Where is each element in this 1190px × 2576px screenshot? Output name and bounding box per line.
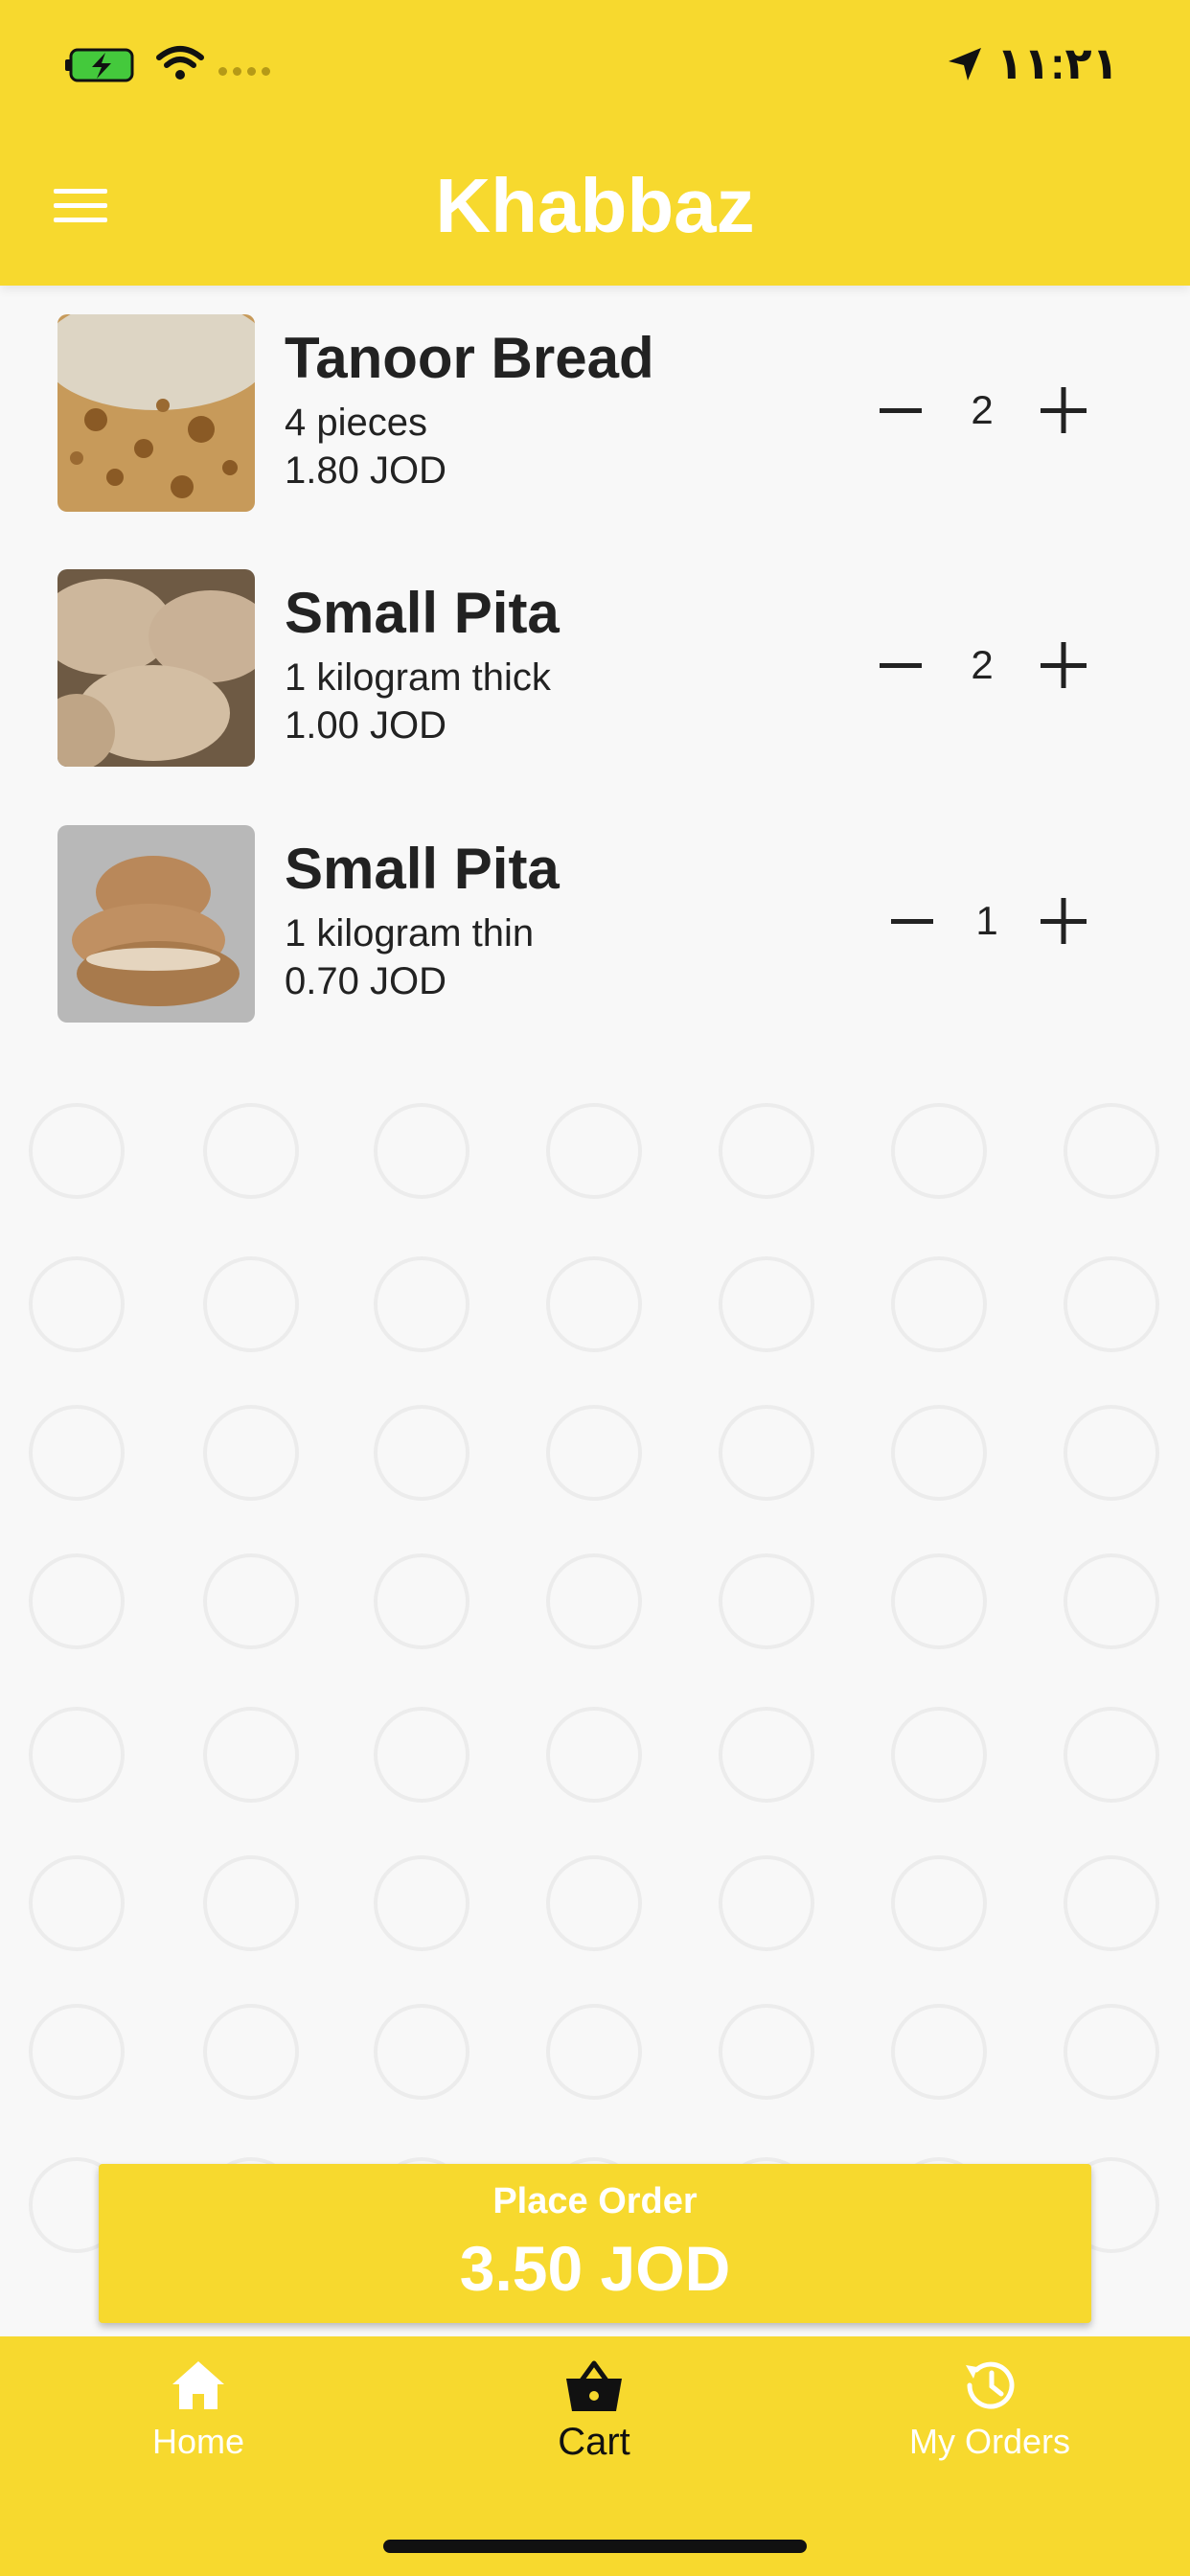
cart-item: Small Pita 1 kilogram thick 1.00 JOD 2 xyxy=(0,540,1190,780)
tab-cart-label: Cart xyxy=(558,2421,630,2463)
battery-charging-icon xyxy=(65,48,134,82)
pita-thin-image xyxy=(57,825,255,1023)
item-description: 4 pieces xyxy=(285,402,427,444)
app-title: Khabbaz xyxy=(435,163,755,248)
item-description: 1 kilogram thick xyxy=(285,656,551,699)
increase-quantity-button[interactable] xyxy=(1037,892,1090,950)
place-order-button[interactable]: Place Order 3.50 JOD xyxy=(99,2164,1091,2323)
increase-quantity-button[interactable] xyxy=(1037,636,1090,694)
item-quantity: 2 xyxy=(971,387,994,432)
item-description: 1 kilogram thin xyxy=(285,912,535,954)
item-quantity: 1 xyxy=(975,898,998,943)
item-price: 0.70 JOD xyxy=(285,960,446,1002)
item-name: Tanoor Bread xyxy=(285,326,654,390)
cart-item: Tanoor Bread 4 pieces 1.80 JOD 2 xyxy=(0,286,1190,525)
home-icon xyxy=(172,2361,224,2409)
place-order-label: Place Order xyxy=(492,2181,698,2221)
tab-my-orders-label: My Orders xyxy=(908,2422,1070,2461)
pita-thick-image xyxy=(57,569,255,767)
wifi-icon xyxy=(156,46,204,80)
history-icon xyxy=(966,2361,1015,2409)
item-quantity: 2 xyxy=(971,642,994,687)
tab-cart[interactable]: Cart xyxy=(450,2356,738,2499)
item-price: 1.80 JOD xyxy=(285,449,446,492)
status-time: ١١:٢١ xyxy=(996,38,1119,88)
decrease-quantity-button[interactable] xyxy=(877,636,925,694)
tab-home[interactable]: Home xyxy=(55,2356,342,2499)
home-indicator xyxy=(383,2540,807,2553)
increase-quantity-button[interactable] xyxy=(1037,381,1090,439)
item-name: Small Pita xyxy=(285,837,560,901)
tab-home-label: Home xyxy=(151,2422,245,2461)
location-arrow-icon xyxy=(949,48,981,80)
tab-my-orders[interactable]: My Orders xyxy=(846,2356,1133,2499)
decrease-quantity-button[interactable] xyxy=(888,892,936,950)
cart-item: Small Pita 1 kilogram thin 0.70 JOD 1 xyxy=(0,796,1190,1036)
decrease-quantity-button[interactable] xyxy=(877,381,925,439)
item-price: 1.00 JOD xyxy=(285,704,446,747)
tanoor-bread-image xyxy=(57,314,255,512)
item-name: Small Pita xyxy=(285,581,560,645)
app-header: ١١:٢١ Khabbaz xyxy=(0,0,1190,286)
basket-icon xyxy=(566,2360,622,2411)
order-total: 3.50 JOD xyxy=(459,2233,731,2304)
cellular-signal-icon xyxy=(218,67,276,79)
status-bar: ١١:٢١ xyxy=(0,0,1190,134)
